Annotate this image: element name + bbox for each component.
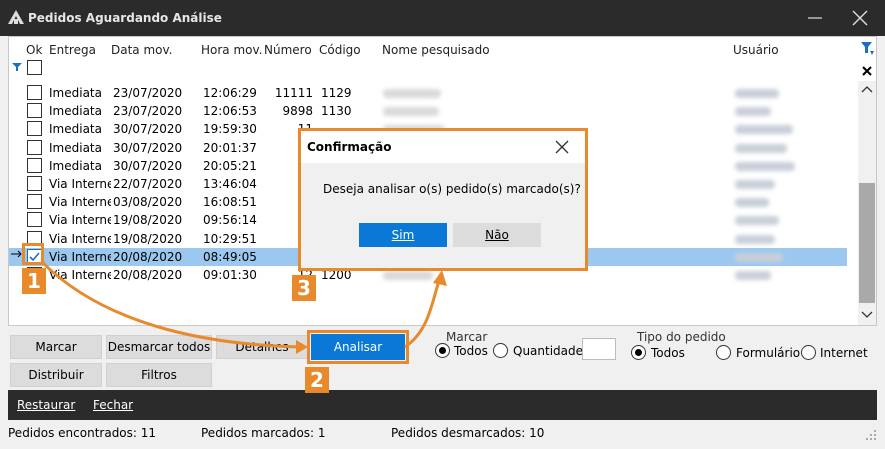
checkbox-highlight [22, 243, 44, 265]
dialog-yes-button[interactable]: Sim [359, 223, 447, 247]
callout-badge-1: 1 [22, 268, 46, 294]
confirmation-dialog: Confirmação Deseja analisar o(s) pedido(… [298, 128, 588, 271]
dialog-yes-label: Sim [391, 228, 415, 242]
dialog-no-label: Não [485, 228, 509, 242]
dialog-message: Deseja analisar o(s) pedido(s) marcado(s… [323, 182, 581, 196]
callout-badge-3: 3 [292, 275, 316, 301]
dialog-title: Confirmação [307, 140, 392, 154]
dialog-close-button[interactable] [551, 137, 573, 157]
close-icon [555, 140, 569, 154]
callout-badge-2: 2 [305, 367, 329, 393]
dialog-no-button[interactable]: Não [453, 223, 541, 247]
dialog-title-bar: Confirmação [301, 131, 585, 163]
